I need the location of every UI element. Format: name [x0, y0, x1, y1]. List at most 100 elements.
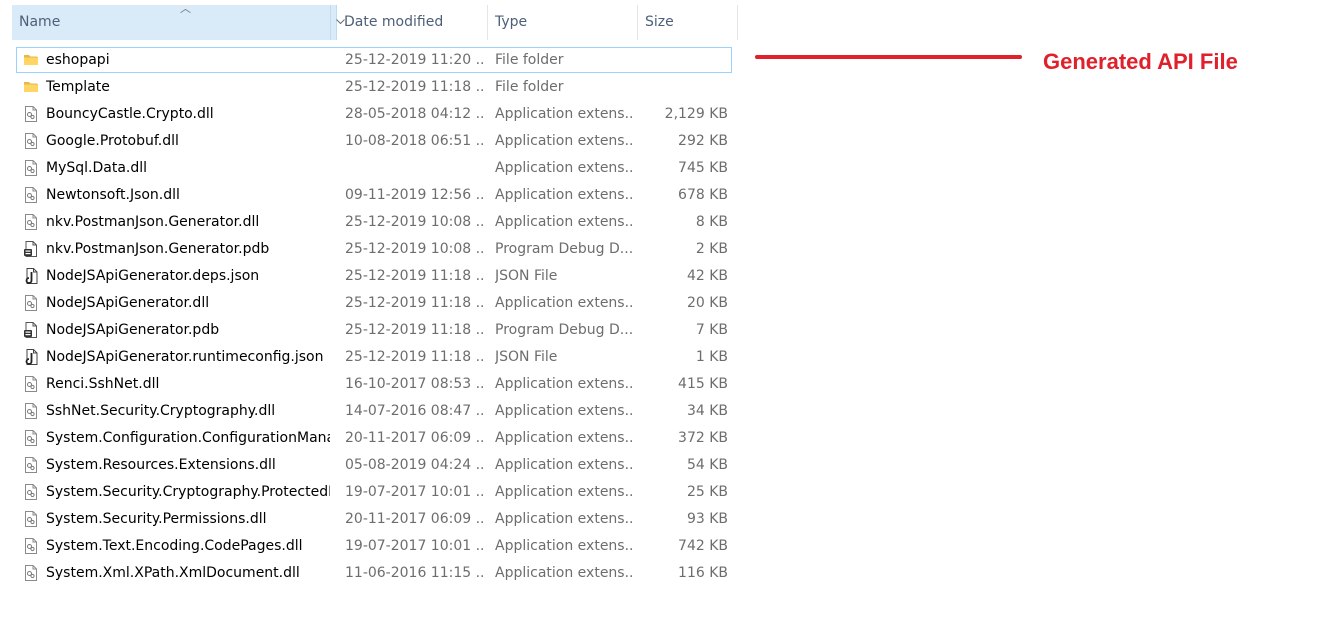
- file-date-modified: 20-11-2017 06:09 ...: [345, 430, 485, 446]
- file-type: Application extens...: [495, 511, 633, 527]
- column-header-name[interactable]: Name ︿: [12, 2, 345, 40]
- column-header-date-modified[interactable]: Date modified: [337, 5, 488, 40]
- file-size: 372 KB: [678, 430, 728, 446]
- dll-file-icon: [22, 186, 40, 204]
- json-file-icon: [22, 348, 40, 366]
- dll-file-icon: [22, 456, 40, 474]
- file-type: Application extens...: [495, 133, 633, 149]
- file-size: 1 KB: [695, 349, 728, 365]
- file-size: 34 KB: [686, 403, 728, 419]
- file-size: 25 KB: [686, 484, 728, 500]
- file-name: NodeJSApiGenerator.deps.json: [46, 268, 260, 284]
- json-file-icon: [22, 267, 40, 285]
- annotation-label: Generated API File: [1043, 49, 1238, 74]
- file-type: File folder: [495, 52, 564, 68]
- file-date-modified: 25-12-2019 11:18 ...: [345, 295, 485, 311]
- pdb-file-icon: [22, 321, 40, 339]
- file-type: Application extens...: [495, 295, 633, 311]
- file-row[interactable]: Renci.SshNet.dll 16-10-2017 08:53 ... Appl…: [0, 370, 740, 397]
- file-type: Application extens...: [495, 457, 633, 473]
- dll-file-icon: [22, 483, 40, 501]
- file-name: System.Resources.Extensions.dll: [46, 457, 276, 473]
- file-size: 7 KB: [695, 322, 728, 338]
- file-row[interactable]: SshNet.Security.Cryptography.dll 14-07-20…: [0, 397, 740, 424]
- file-name: System.Security.Permissions.dll: [46, 511, 267, 527]
- file-row[interactable]: NodeJSApiGenerator.dll 25-12-2019 11:18 .…: [0, 289, 740, 316]
- sort-ascending-icon: ︿: [180, 2, 191, 15]
- file-size: 93 KB: [686, 511, 728, 527]
- file-name: NodeJSApiGenerator.dll: [46, 295, 210, 311]
- file-row[interactable]: NodeJSApiGenerator.pdb 25-12-2019 11:18 .…: [0, 316, 740, 343]
- file-size: 678 KB: [678, 187, 728, 203]
- file-row[interactable]: System.Resources.Extensions.dll 05-08-201…: [0, 451, 740, 478]
- file-date-modified: 09-11-2019 12:56 ...: [345, 187, 485, 203]
- file-row[interactable]: Template 25-12-2019 11:18 ... File folder: [0, 73, 740, 100]
- file-name: System.Security.Cryptography.ProtectedD.…: [46, 484, 330, 500]
- file-row[interactable]: System.Security.Permissions.dll 20-11-201…: [0, 505, 740, 532]
- file-size: 20 KB: [686, 295, 728, 311]
- file-date-modified: 25-12-2019 11:18 ...: [345, 322, 485, 338]
- column-header-type[interactable]: Type: [488, 5, 638, 40]
- file-row[interactable]: eshopapi 25-12-2019 11:20 ... File folder: [0, 46, 740, 73]
- file-date-modified: 19-07-2017 10:01 ...: [345, 484, 485, 500]
- file-type: Application extens...: [495, 565, 633, 581]
- file-size: 2,129 KB: [664, 106, 728, 122]
- dll-file-icon: [22, 402, 40, 420]
- file-size: 116 KB: [678, 565, 728, 581]
- column-header-name-label: Name: [19, 14, 61, 30]
- file-date-modified: 25-12-2019 11:18 ...: [345, 349, 485, 365]
- file-name: NodeJSApiGenerator.runtimeconfig.json: [46, 349, 324, 365]
- file-row[interactable]: System.Xml.XPath.XmlDocument.dll 11-06-20…: [0, 559, 740, 586]
- file-date-modified: 25-12-2019 10:08 ...: [345, 214, 485, 230]
- file-row[interactable]: Google.Protobuf.dll 10-08-2018 06:51 ... A…: [0, 127, 740, 154]
- file-name: eshopapi: [46, 52, 110, 68]
- file-name: nkv.PostmanJson.Generator.pdb: [46, 241, 270, 257]
- file-row[interactable]: System.Security.Cryptography.ProtectedD.…: [0, 478, 740, 505]
- file-row[interactable]: System.Configuration.ConfigurationMana..…: [0, 424, 740, 451]
- dll-file-icon: [22, 294, 40, 312]
- dll-file-icon: [22, 375, 40, 393]
- file-type: Application extens...: [495, 376, 633, 392]
- file-size: 42 KB: [686, 268, 728, 284]
- file-size: 54 KB: [686, 457, 728, 473]
- dll-file-icon: [22, 510, 40, 528]
- file-date-modified: [345, 154, 485, 181]
- file-size: 415 KB: [678, 376, 728, 392]
- file-type: Application extens...: [495, 430, 633, 446]
- file-type: Application extens...: [495, 484, 633, 500]
- file-name: NodeJSApiGenerator.pdb: [46, 322, 220, 338]
- column-header-size-label: Size: [645, 14, 674, 30]
- file-type: Program Debug D...: [495, 322, 633, 338]
- file-name: System.Xml.XPath.XmlDocument.dll: [46, 565, 300, 581]
- file-row[interactable]: Newtonsoft.Json.dll 09-11-2019 12:56 ... A…: [0, 181, 740, 208]
- file-name: System.Text.Encoding.CodePages.dll: [46, 538, 303, 554]
- file-type: Application extens...: [495, 538, 633, 554]
- dll-file-icon: [22, 159, 40, 177]
- file-size: 2 KB: [695, 241, 728, 257]
- file-type: Application extens...: [495, 214, 633, 230]
- file-row[interactable]: BouncyCastle.Crypto.dll 28-05-2018 04:12 …: [0, 100, 740, 127]
- file-row[interactable]: MySql.Data.dll Application extens... 745 K…: [0, 154, 740, 181]
- file-date-modified: 25-12-2019 11:18 ...: [345, 268, 485, 284]
- dll-file-icon: [22, 213, 40, 231]
- file-date-modified: 10-08-2018 06:51 ...: [345, 133, 485, 149]
- file-date-modified: 25-12-2019 11:18 ...: [345, 79, 485, 95]
- file-row[interactable]: System.Text.Encoding.CodePages.dll 19-07-…: [0, 532, 740, 559]
- file-type: Application extens...: [495, 187, 633, 203]
- file-row[interactable]: NodeJSApiGenerator.deps.json 25-12-2019 1…: [0, 262, 740, 289]
- column-header-size[interactable]: Size: [638, 5, 738, 40]
- file-name: Newtonsoft.Json.dll: [46, 187, 180, 203]
- dll-file-icon: [22, 537, 40, 555]
- file-name: Template: [46, 79, 110, 95]
- file-row[interactable]: NodeJSApiGenerator.runtimeconfig.json 25-…: [0, 343, 740, 370]
- file-date-modified: 16-10-2017 08:53 ...: [345, 376, 485, 392]
- file-name: Renci.SshNet.dll: [46, 376, 160, 392]
- file-date-modified: 05-08-2019 04:24 ...: [345, 457, 485, 473]
- file-name: System.Configuration.ConfigurationMana..…: [46, 430, 330, 446]
- file-row[interactable]: nkv.PostmanJson.Generator.dll 25-12-2019 …: [0, 208, 740, 235]
- file-name: MySql.Data.dll: [46, 160, 148, 176]
- file-name: SshNet.Security.Cryptography.dll: [46, 403, 276, 419]
- file-size: [640, 46, 728, 73]
- file-row[interactable]: nkv.PostmanJson.Generator.pdb 25-12-2019 …: [0, 235, 740, 262]
- dll-file-icon: [22, 132, 40, 150]
